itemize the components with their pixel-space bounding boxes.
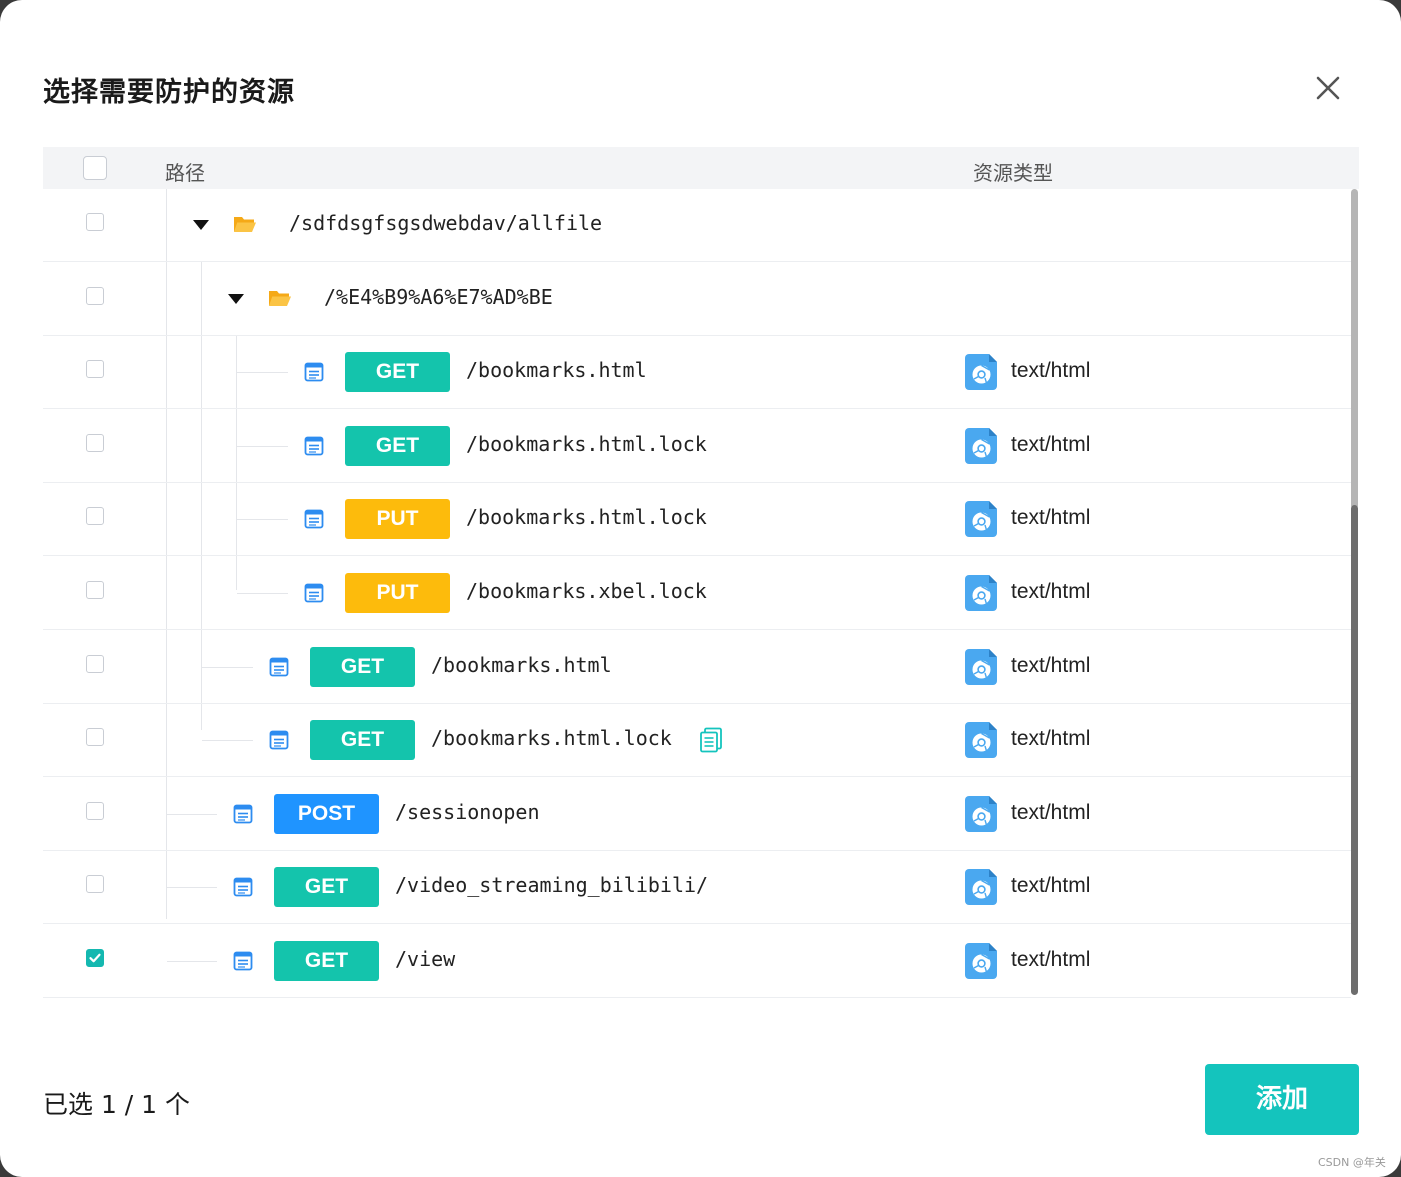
table-row[interactable]: GET/view text/html [43, 925, 1351, 998]
path-text: /sdfdsgfsgsdwebdav/allfile [289, 211, 603, 235]
method-badge: GET [310, 647, 415, 687]
scrollbar-track-upper [1351, 189, 1358, 509]
html-file-icon [965, 868, 999, 910]
table-row[interactable]: GET/bookmarks.html.lock text/html [43, 704, 1351, 777]
document-icon [233, 877, 253, 901]
resource-select-dialog: 选择需要防护的资源 路径 资源类型 /sdfdsgfsgsdwebdav/all… [0, 0, 1401, 1177]
tree-branch-line [237, 372, 288, 373]
method-badge: PUT [345, 499, 450, 539]
document-icon [269, 657, 289, 681]
path-text: /video_streaming_bilibili/ [395, 873, 709, 897]
html-file-icon [965, 795, 999, 837]
scrollbar-thumb[interactable] [1351, 505, 1358, 995]
document-icon [233, 804, 253, 828]
table-row[interactable]: GET/bookmarks.html text/html [43, 336, 1351, 409]
table-row[interactable]: PUT/bookmarks.xbel.lock text/html [43, 557, 1351, 630]
header-resource-type: 资源类型 [973, 161, 1053, 185]
table-row[interactable]: GET/video_streaming_bilibili/text/html [43, 851, 1351, 924]
method-badge: GET [274, 941, 379, 981]
row-checkbox[interactable] [86, 802, 104, 820]
table-header: 路径 资源类型 [43, 147, 1359, 189]
row-checkbox[interactable] [86, 287, 104, 305]
table-row[interactable]: PUT/bookmarks.html.lock text/html [43, 483, 1351, 556]
tree-branch-line [202, 667, 253, 668]
path-text: /%E4%B9%A6%E7%AD%BE [324, 285, 553, 309]
folder-row[interactable]: /%E4%B9%A6%E7%AD%BE [43, 263, 1351, 336]
resource-type-text: text/html [1011, 727, 1091, 750]
row-checkbox[interactable] [86, 949, 104, 967]
document-icon [233, 951, 253, 975]
resource-type-text: text/html [1011, 433, 1091, 456]
tree-branch-line [167, 961, 217, 962]
row-checkbox[interactable] [86, 434, 104, 452]
resource-type-text: text/html [1011, 506, 1091, 529]
path-text: /bookmarks.html [466, 358, 647, 382]
method-badge: PUT [345, 573, 450, 613]
document-icon [269, 730, 289, 754]
document-icon [304, 509, 324, 533]
html-file-icon [965, 648, 999, 690]
select-all-checkbox[interactable] [83, 156, 107, 180]
folder-row[interactable]: /sdfdsgfsgsdwebdav/allfile [43, 189, 1351, 262]
row-checkbox[interactable] [86, 655, 104, 673]
html-file-icon [965, 574, 999, 616]
table-row[interactable]: POST/sessionopen text/html [43, 778, 1351, 851]
path-text: /view [395, 947, 456, 971]
row-checkbox[interactable] [86, 213, 104, 231]
method-badge: GET [345, 426, 450, 466]
path-text: /bookmarks.html.lock [466, 432, 707, 456]
path-text: /bookmarks.html [431, 653, 612, 677]
table-row[interactable]: GET/bookmarks.html.lock text/html [43, 410, 1351, 483]
html-file-icon [965, 942, 999, 984]
document-icon [304, 362, 324, 386]
html-file-icon [965, 427, 999, 469]
caret-down-icon[interactable] [228, 294, 244, 304]
dialog-title: 选择需要防护的资源 [43, 77, 295, 108]
method-badge: POST [274, 794, 379, 834]
resource-type-text: text/html [1011, 801, 1091, 824]
folder-open-icon [268, 287, 292, 313]
row-checkbox[interactable] [86, 875, 104, 893]
document-icon [304, 583, 324, 607]
row-checkbox[interactable] [86, 581, 104, 599]
path-text: /bookmarks.html.lock [431, 726, 672, 750]
method-badge: GET [274, 867, 379, 907]
tree-branch-line [237, 593, 288, 594]
row-checkbox[interactable] [86, 507, 104, 525]
resource-type-text: text/html [1011, 874, 1091, 897]
table-row[interactable]: GET/bookmarks.html text/html [43, 631, 1351, 704]
resource-table: 路径 资源类型 /sdfdsgfsgsdwebdav/allfile /%E4%B… [43, 147, 1359, 998]
close-icon[interactable] [1310, 70, 1346, 106]
method-badge: GET [310, 720, 415, 760]
method-badge: GET [345, 352, 450, 392]
document-icon [304, 436, 324, 460]
selected-count: 已选 1 / 1 个 [43, 1090, 191, 1119]
path-text: /bookmarks.html.lock [466, 505, 707, 529]
html-file-icon [965, 721, 999, 763]
tree-branch-line [167, 814, 217, 815]
copy-icon[interactable] [699, 727, 723, 757]
html-file-icon [965, 353, 999, 395]
path-text: /bookmarks.xbel.lock [466, 579, 707, 603]
tree-branch-line [167, 887, 217, 888]
resource-type-text: text/html [1011, 359, 1091, 382]
resource-type-text: text/html [1011, 580, 1091, 603]
resource-type-text: text/html [1011, 654, 1091, 677]
add-button[interactable]: 添加 [1205, 1064, 1359, 1135]
folder-open-icon [233, 213, 257, 239]
watermark: CSDN @年关 [1318, 1156, 1386, 1169]
tree-branch-line [202, 740, 253, 741]
caret-down-icon[interactable] [193, 220, 209, 230]
row-checkbox[interactable] [86, 360, 104, 378]
row-checkbox[interactable] [86, 728, 104, 746]
table-body: /sdfdsgfsgsdwebdav/allfile /%E4%B9%A6%E7%… [43, 189, 1359, 998]
html-file-icon [965, 500, 999, 542]
path-text: /sessionopen [395, 800, 540, 824]
resource-type-text: text/html [1011, 948, 1091, 971]
tree-branch-line [237, 519, 288, 520]
header-path: 路径 [165, 161, 205, 185]
tree-branch-line [237, 446, 288, 447]
